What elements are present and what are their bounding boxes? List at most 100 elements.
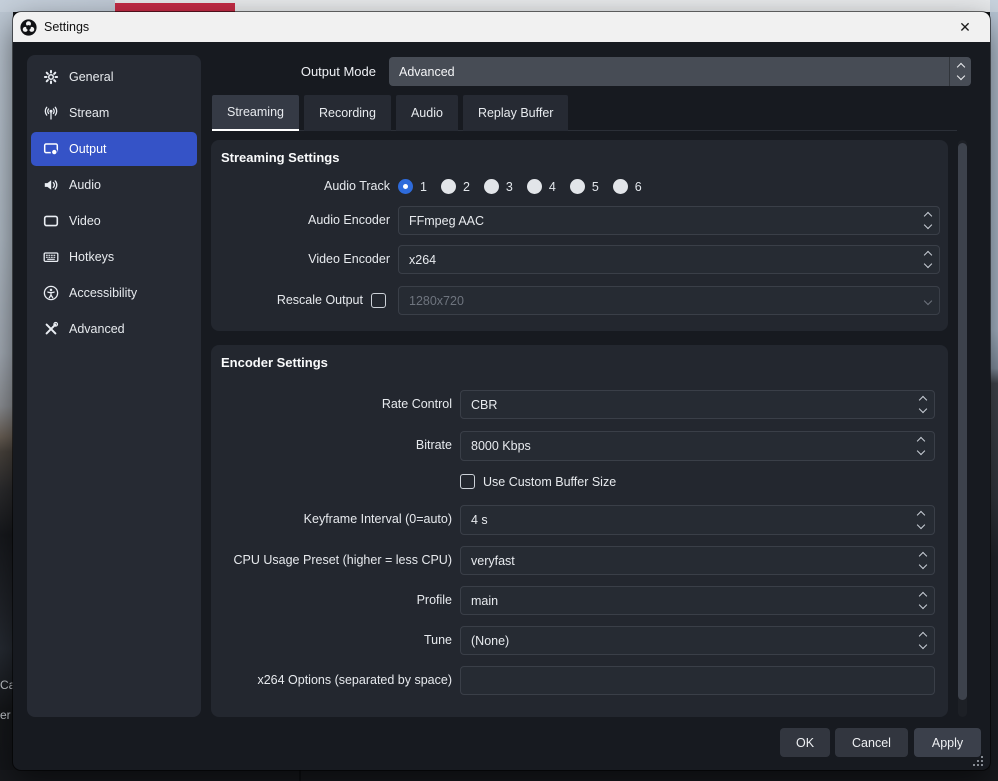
bitrate-value: 8000 Kbps: [471, 432, 531, 460]
chevron-updown-icon: [912, 391, 934, 418]
speaker-icon: [43, 177, 59, 193]
screen: Ca er Settings ✕: [0, 0, 998, 781]
rescale-resolution-value: 1280x720: [409, 287, 464, 314]
rate-control-label: Rate Control: [211, 390, 452, 419]
audio-encoder-select[interactable]: FFmpeg AAC: [398, 206, 940, 235]
chevron-updown-icon: [917, 207, 939, 234]
ok-button[interactable]: OK: [780, 728, 830, 757]
sidebar-item-label: Hotkeys: [69, 250, 114, 264]
radio-track-4[interactable]: [527, 179, 542, 194]
rescale-output-label: Rescale Output: [211, 286, 363, 315]
radio-track-5[interactable]: [570, 179, 585, 194]
sidebar-item-stream[interactable]: Stream: [31, 96, 197, 130]
audio-encoder-value: FFmpeg AAC: [409, 207, 484, 234]
background-red-bar: [115, 3, 235, 12]
video-encoder-label: Video Encoder: [211, 245, 390, 274]
output-mode-label: Output Mode: [163, 57, 383, 86]
audio-encoder-label: Audio Encoder: [211, 206, 390, 235]
cpu-preset-label: CPU Usage Preset (higher = less CPU): [211, 546, 452, 575]
radio-track-6[interactable]: [613, 179, 628, 194]
desktop-left-strip: Ca er: [0, 12, 13, 770]
gear-icon: [43, 69, 59, 85]
radio-track-2[interactable]: [441, 179, 456, 194]
accessibility-icon: [43, 285, 59, 301]
vertical-scrollbar[interactable]: [958, 140, 967, 717]
scrollbar-thumb[interactable]: [958, 143, 967, 700]
radio-label: 2: [463, 180, 470, 194]
spin-up-icon[interactable]: [917, 437, 925, 445]
cancel-button[interactable]: Cancel: [835, 728, 908, 757]
display-icon: [43, 213, 59, 229]
settings-sidebar: General Stream O: [27, 55, 201, 717]
tune-label: Tune: [211, 626, 452, 655]
background-text-fragment: er: [0, 708, 13, 722]
desktop-bottom-strip: [0, 770, 998, 781]
keyframe-interval-spinner[interactable]: 4 s: [460, 505, 935, 535]
sidebar-item-advanced[interactable]: Advanced: [31, 312, 197, 346]
radio-track-1[interactable]: [398, 179, 413, 194]
sidebar-item-label: Stream: [69, 106, 109, 120]
audio-track-label: Audio Track: [211, 172, 390, 201]
custom-buffer-label: Use Custom Buffer Size: [483, 475, 616, 489]
chevron-updown-icon: [949, 57, 971, 86]
sidebar-item-label: General: [69, 70, 113, 84]
radio-track-3[interactable]: [484, 179, 499, 194]
background-divider: [299, 770, 301, 781]
output-monitor-icon: [43, 141, 59, 157]
output-mode-select[interactable]: Advanced: [389, 57, 971, 86]
chevron-updown-icon: [912, 627, 934, 654]
apply-button[interactable]: Apply: [914, 728, 981, 757]
rescale-output-checkbox[interactable]: [371, 293, 386, 308]
x264-options-input[interactable]: [460, 666, 935, 695]
tune-select[interactable]: (None): [460, 626, 935, 655]
sidebar-item-video[interactable]: Video: [31, 204, 197, 238]
tools-icon: [43, 321, 59, 337]
section-title: Encoder Settings: [221, 355, 328, 370]
sidebar-item-label: Video: [69, 214, 101, 228]
spin-up-icon[interactable]: [917, 511, 925, 519]
sidebar-item-label: Advanced: [69, 322, 125, 336]
profile-select[interactable]: main: [460, 586, 935, 615]
resize-grip[interactable]: [973, 756, 984, 767]
keyframe-interval-label: Keyframe Interval (0=auto): [211, 505, 452, 534]
radio-label: 3: [506, 180, 513, 194]
sidebar-item-output[interactable]: Output: [31, 132, 197, 166]
spin-down-icon[interactable]: [917, 447, 925, 455]
sidebar-item-label: Accessibility: [69, 286, 137, 300]
radio-label: 6: [635, 180, 642, 194]
custom-buffer-checkbox[interactable]: [460, 474, 475, 489]
rescale-resolution-select[interactable]: 1280x720: [398, 286, 940, 315]
window-title: Settings: [44, 20, 89, 34]
cpu-preset-value: veryfast: [471, 547, 515, 574]
sidebar-item-label: Output: [69, 142, 107, 156]
rate-control-select[interactable]: CBR: [460, 390, 935, 419]
sidebar-item-hotkeys[interactable]: Hotkeys: [31, 240, 197, 274]
sidebar-item-accessibility[interactable]: Accessibility: [31, 276, 197, 310]
desktop-right-strip: [990, 12, 998, 770]
titlebar[interactable]: Settings ✕: [13, 12, 990, 42]
obs-logo-icon: [20, 19, 37, 36]
output-tabs: Streaming Recording Audio Replay Buffer: [212, 95, 568, 131]
settings-dialog: Settings ✕ General: [13, 12, 990, 770]
keyframe-interval-value: 4 s: [471, 506, 488, 534]
bitrate-spinner[interactable]: 8000 Kbps: [460, 431, 935, 461]
video-encoder-select[interactable]: x264: [398, 245, 940, 274]
sidebar-item-audio[interactable]: Audio: [31, 168, 197, 202]
x264-options-label: x264 Options (separated by space): [211, 666, 452, 695]
tab-replay-buffer[interactable]: Replay Buffer: [463, 95, 569, 131]
spin-down-icon[interactable]: [917, 521, 925, 529]
cpu-preset-select[interactable]: veryfast: [460, 546, 935, 575]
encoder-settings-panel: Encoder Settings Rate Control CBR Bitrat…: [211, 345, 948, 717]
section-title: Streaming Settings: [221, 150, 339, 165]
tab-audio[interactable]: Audio: [396, 95, 458, 131]
radio-label: 4: [549, 180, 556, 194]
tab-streaming[interactable]: Streaming: [212, 95, 299, 131]
profile-label: Profile: [211, 586, 452, 615]
keyboard-icon: [43, 249, 59, 265]
streaming-settings-panel: Streaming Settings Audio Track 1 2 3 4 5…: [211, 140, 948, 331]
chevron-updown-icon: [917, 246, 939, 273]
desktop-top-right: [990, 0, 998, 12]
tab-recording[interactable]: Recording: [304, 95, 391, 131]
radio-label: 5: [592, 180, 599, 194]
close-icon[interactable]: ✕: [951, 12, 979, 42]
